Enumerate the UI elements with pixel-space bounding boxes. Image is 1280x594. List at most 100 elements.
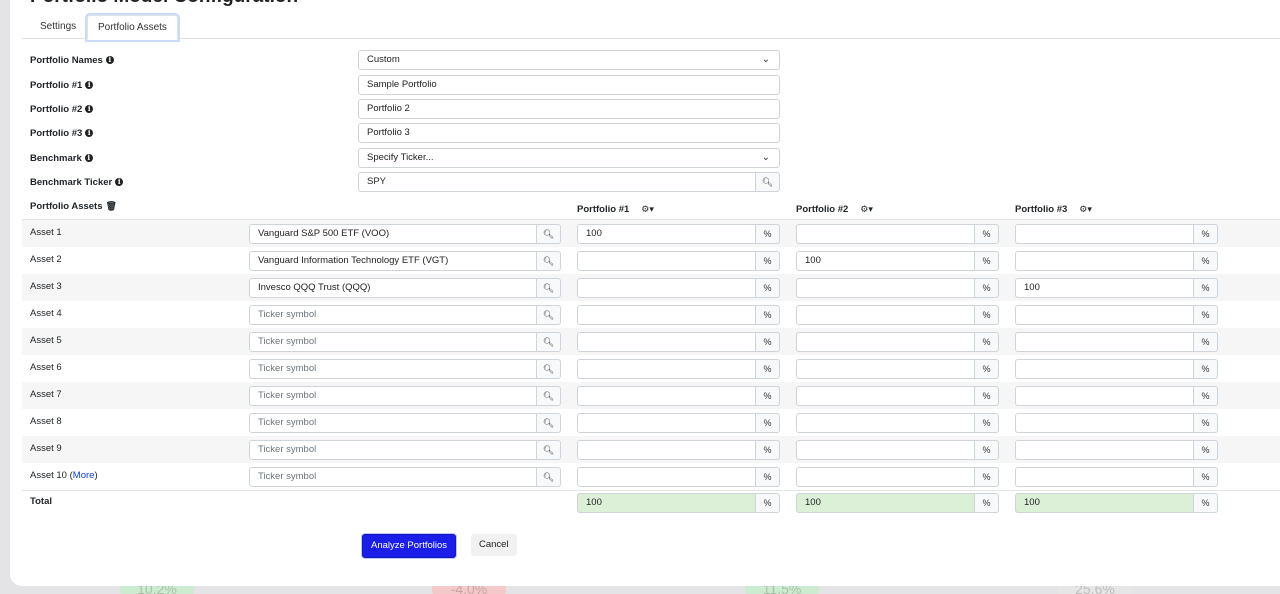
percent-addon: %: [756, 493, 780, 513]
ticker-input[interactable]: Ticker symbol: [249, 413, 537, 433]
allocation-input-portfolio-1[interactable]: [577, 359, 756, 379]
cancel-button[interactable]: Cancel: [471, 534, 517, 556]
allocation-input-portfolio-2[interactable]: 100: [796, 251, 975, 271]
ticker-input[interactable]: Ticker symbol: [249, 332, 537, 352]
allocation-input-portfolio-2[interactable]: [796, 467, 975, 487]
allocation-input-portfolio-3[interactable]: [1015, 386, 1194, 406]
search-icon[interactable]: 🔍︎: [537, 413, 561, 433]
info-icon[interactable]: i: [115, 178, 124, 187]
benchmark-select[interactable]: Specify Ticker... ⌄: [358, 148, 780, 168]
allocation-input-portfolio-1[interactable]: [577, 332, 756, 352]
tab-settings[interactable]: Settings: [30, 15, 86, 38]
allocation-input-portfolio-3[interactable]: [1015, 251, 1194, 271]
allocation-input-portfolio-2[interactable]: [796, 278, 975, 298]
ticker-input[interactable]: Ticker symbol: [249, 386, 537, 406]
tabs-divider: [22, 38, 1280, 39]
gear-icon[interactable]: ⚙▾: [856, 202, 877, 217]
allocation-input-portfolio-3[interactable]: [1015, 359, 1194, 379]
search-icon[interactable]: 🔍︎: [537, 251, 561, 271]
percent-addon: %: [1194, 251, 1218, 271]
ticker-input[interactable]: Ticker symbol: [249, 440, 537, 460]
search-icon[interactable]: 🔍︎: [537, 278, 561, 298]
portfolio-3-label: Portfolio #3 i: [30, 128, 94, 139]
ticker-input[interactable]: Ticker symbol: [249, 467, 537, 487]
portfolio-3-name-input[interactable]: Portfolio 3: [358, 123, 780, 143]
search-icon[interactable]: 🔍︎: [537, 305, 561, 325]
allocation-input-portfolio-2[interactable]: [796, 440, 975, 460]
ticker-input[interactable]: Ticker symbol: [249, 305, 537, 325]
allocation-input-portfolio-1[interactable]: [577, 278, 756, 298]
search-icon[interactable]: 🔍︎: [537, 359, 561, 379]
portfolio-names-select[interactable]: Custom ⌄: [358, 50, 780, 70]
page-title: Portfolio Model Configuration: [30, 0, 298, 8]
allocation-input-portfolio-3[interactable]: 100: [1015, 278, 1194, 298]
asset-label: Asset 4: [30, 308, 62, 319]
search-icon[interactable]: 🔍︎: [537, 386, 561, 406]
allocation-input-portfolio-2[interactable]: [796, 386, 975, 406]
percent-addon: %: [1194, 413, 1218, 433]
ticker-input[interactable]: Invesco QQQ Trust (QQQ): [249, 278, 537, 298]
portfolio-2-name-input[interactable]: Portfolio 2: [358, 99, 780, 119]
allocation-input-portfolio-3[interactable]: [1015, 224, 1194, 244]
allocation-input-portfolio-3[interactable]: [1015, 440, 1194, 460]
benchmark-ticker-input[interactable]: SPY: [358, 172, 756, 192]
more-assets-link[interactable]: More: [73, 470, 95, 481]
allocation-input-portfolio-2[interactable]: [796, 332, 975, 352]
allocation-input-portfolio-3[interactable]: [1015, 332, 1194, 352]
chevron-down-icon: ⌄: [761, 152, 770, 163]
chevron-down-icon: ⌄: [761, 54, 770, 65]
percent-addon: %: [975, 493, 999, 513]
ticker-input[interactable]: Ticker symbol: [249, 359, 537, 379]
analyze-portfolios-button[interactable]: Analyze Portfolios: [362, 534, 457, 558]
percent-addon: %: [1194, 224, 1218, 244]
allocation-input-portfolio-3[interactable]: [1015, 305, 1194, 325]
portfolio-1-name-input[interactable]: Sample Portfolio: [358, 75, 780, 95]
allocation-input-portfolio-1[interactable]: [577, 386, 756, 406]
search-icon[interactable]: 🔍︎: [756, 172, 780, 192]
percent-addon: %: [756, 251, 780, 271]
info-icon[interactable]: i: [85, 129, 94, 138]
allocation-input-portfolio-3[interactable]: [1015, 413, 1194, 433]
asset-label: Asset 6: [30, 362, 62, 373]
allocation-input-portfolio-2[interactable]: [796, 413, 975, 433]
benchmark-ticker-label: Benchmark Ticker i: [30, 177, 124, 188]
portfolio-1-label: Portfolio #1 i: [30, 80, 94, 91]
allocation-input-portfolio-1[interactable]: [577, 305, 756, 325]
allocation-input-portfolio-1[interactable]: [577, 467, 756, 487]
percent-addon: %: [975, 440, 999, 460]
search-icon[interactable]: 🔍︎: [537, 467, 561, 487]
search-icon[interactable]: 🔍︎: [537, 440, 561, 460]
info-icon[interactable]: i: [84, 154, 93, 163]
trash-icon[interactable]: 🗑︎: [106, 201, 117, 212]
asset-label: Asset 5: [30, 335, 62, 346]
allocation-input-portfolio-2[interactable]: [796, 305, 975, 325]
gear-icon[interactable]: ⚙▾: [637, 202, 658, 217]
asset-label: Asset 10 (More): [30, 470, 98, 481]
info-icon[interactable]: i: [105, 56, 114, 65]
ticker-input[interactable]: Vanguard Information Technology ETF (VGT…: [249, 251, 537, 271]
info-icon[interactable]: i: [85, 81, 94, 90]
ticker-input[interactable]: Vanguard S&P 500 ETF (VOO): [249, 224, 537, 244]
allocation-input-portfolio-3[interactable]: [1015, 467, 1194, 487]
info-icon[interactable]: i: [85, 105, 94, 114]
percent-addon: %: [975, 386, 999, 406]
tab-portfolio-assets[interactable]: Portfolio Assets: [87, 15, 178, 40]
allocation-input-portfolio-1[interactable]: [577, 413, 756, 433]
search-icon[interactable]: 🔍︎: [537, 224, 561, 244]
percent-addon: %: [756, 467, 780, 487]
gear-icon[interactable]: ⚙▾: [1075, 202, 1096, 217]
allocation-input-portfolio-1[interactable]: 100: [577, 224, 756, 244]
percent-addon: %: [756, 305, 780, 325]
total-portfolio-1: 100: [577, 493, 756, 513]
allocation-input-portfolio-1[interactable]: [577, 251, 756, 271]
allocation-input-portfolio-1[interactable]: [577, 440, 756, 460]
percent-addon: %: [975, 251, 999, 271]
allocation-input-portfolio-2[interactable]: [796, 224, 975, 244]
allocation-input-portfolio-2[interactable]: [796, 359, 975, 379]
search-icon[interactable]: 🔍︎: [537, 332, 561, 352]
portfolio-2-label: Portfolio #2 i: [30, 104, 94, 115]
percent-addon: %: [756, 386, 780, 406]
percent-addon: %: [975, 305, 999, 325]
portfolio-names-label: Portfolio Names i: [30, 55, 114, 66]
percent-addon: %: [1194, 359, 1218, 379]
